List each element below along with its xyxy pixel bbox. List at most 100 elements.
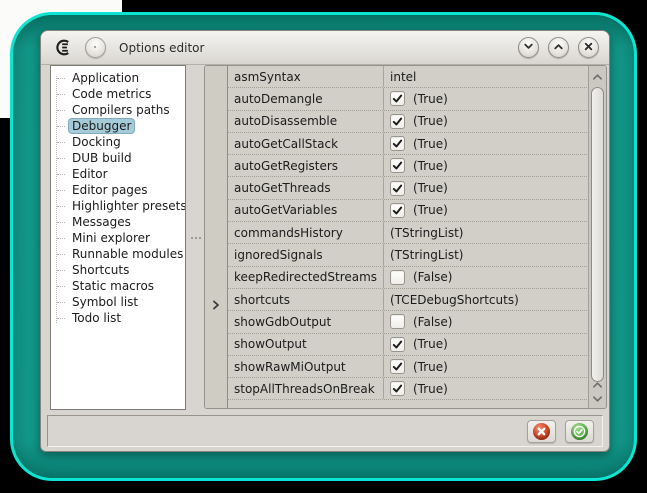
splitter[interactable] <box>187 65 204 410</box>
checkbox[interactable] <box>390 181 405 196</box>
checkbox[interactable] <box>390 381 405 396</box>
maximize-button[interactable] <box>548 37 569 58</box>
property-name: commandsHistory <box>228 222 384 243</box>
checkbox[interactable] <box>390 314 405 329</box>
property-value-cell: (False) <box>384 311 589 332</box>
property-name: showRawMiOutput <box>228 356 384 377</box>
tree-item-label: Debugger <box>69 119 134 133</box>
sidebar-item[interactable]: Code metrics <box>51 86 185 102</box>
checkbox[interactable] <box>390 203 405 218</box>
red-cross-icon <box>533 423 550 440</box>
property-value: (True) <box>413 137 448 151</box>
tree-item-label: DUB build <box>69 151 135 165</box>
sidebar-item[interactable]: Application <box>51 70 185 86</box>
chevron-up-icon <box>552 40 565 56</box>
property-name: ignoredSignals <box>228 244 384 265</box>
titlebar[interactable]: Options editor <box>41 31 609 65</box>
property-row[interactable]: autoGetVariables (True) <box>228 200 589 222</box>
property-value: (TCEDebugShortcuts) <box>390 293 519 307</box>
property-value-cell: (True) <box>384 155 589 176</box>
property-name: stopAllThreadsOnBreak <box>228 378 384 399</box>
property-value-cell: (True) <box>384 177 589 198</box>
tree-item-label: Shortcuts <box>69 263 132 277</box>
property-value-cell: (True) <box>384 334 589 355</box>
window-menu-button[interactable] <box>85 37 106 58</box>
property-row[interactable]: shortcuts (TCEDebugShortcuts) <box>228 289 589 311</box>
checkbox[interactable] <box>390 91 405 106</box>
property-row[interactable]: autoGetThreads (True) <box>228 177 589 199</box>
property-value-cell: (True) <box>384 133 589 154</box>
tree-item-label: Mini explorer <box>69 231 153 245</box>
close-icon <box>582 40 595 56</box>
checkbox[interactable] <box>390 158 405 173</box>
property-name: showGdbOutput <box>228 311 384 332</box>
scroll-down-button[interactable] <box>589 392 606 405</box>
scroll-up-button[interactable] <box>589 70 606 83</box>
sidebar-item[interactable]: Static macros <box>51 278 185 294</box>
property-name: autoGetVariables <box>228 200 384 221</box>
sidebar-item[interactable]: Docking <box>51 134 185 150</box>
checkbox[interactable] <box>390 136 405 151</box>
sidebar-item[interactable]: DUB build <box>51 150 185 166</box>
property-row[interactable]: ignoredSignals (TStringList) <box>228 244 589 266</box>
tree-item-label: Runnable modules <box>69 247 186 261</box>
sidebar-item[interactable]: Editor pages <box>51 182 185 198</box>
property-name: autoGetRegisters <box>228 155 384 176</box>
tree-item-list: Application Code metrics Compilers paths… <box>51 70 185 326</box>
property-value: (True) <box>413 114 448 128</box>
checkbox[interactable] <box>390 270 405 285</box>
property-row[interactable]: commandsHistory (TStringList) <box>228 222 589 244</box>
sidebar-item[interactable]: Runnable modules <box>51 246 185 262</box>
sidebar-item[interactable]: Compilers paths <box>51 102 185 118</box>
checkbox[interactable] <box>390 114 405 129</box>
sidebar-item[interactable]: Messages <box>51 214 185 230</box>
property-value-cell: (True) <box>384 200 589 221</box>
scrollbar-thumb[interactable] <box>591 87 604 382</box>
property-row[interactable]: showRawMiOutput (True) <box>228 356 589 378</box>
scroll-up-button-bottom[interactable] <box>589 378 606 391</box>
sidebar-item[interactable]: Debugger <box>51 118 185 134</box>
sidebar-item[interactable]: Mini explorer <box>51 230 185 246</box>
tree-item-label: Compilers paths <box>69 103 173 117</box>
property-row[interactable]: autoGetRegisters (True) <box>228 155 589 177</box>
property-row[interactable]: autoDemangle (True) <box>228 88 589 110</box>
property-row[interactable]: showGdbOutput (False) <box>228 311 589 333</box>
property-row[interactable]: autoDisassemble (True) <box>228 111 589 133</box>
checkbox[interactable] <box>390 337 405 352</box>
sidebar-item[interactable]: Symbol list <box>51 294 185 310</box>
accept-button[interactable] <box>565 420 594 443</box>
property-name: keepRedirectedStreams <box>228 267 384 288</box>
tree-item-label: Static macros <box>69 279 157 293</box>
tree-item-label: Docking <box>69 135 124 149</box>
property-name: shortcuts <box>228 289 384 310</box>
property-row[interactable]: stopAllThreadsOnBreak (True) <box>228 378 589 400</box>
vertical-scrollbar[interactable] <box>588 66 606 408</box>
coedit-logo-icon <box>53 38 73 58</box>
checkbox[interactable] <box>390 359 405 374</box>
expander-icon[interactable] <box>211 295 221 305</box>
property-value-cell: (TStringList) <box>384 222 589 243</box>
green-check-icon <box>571 423 588 440</box>
sidebar-item[interactable]: Shortcuts <box>51 262 185 278</box>
cancel-button[interactable] <box>527 420 556 443</box>
property-name: asmSyntax <box>228 66 384 87</box>
tree-item-label: Messages <box>69 215 134 229</box>
category-tree: Application Code metrics Compilers paths… <box>50 65 186 410</box>
property-value: intel <box>390 70 416 84</box>
property-value: (False) <box>413 270 453 284</box>
property-row[interactable]: autoGetCallStack (True) <box>228 133 589 155</box>
sidebar-item[interactable]: Todo list <box>51 310 185 326</box>
tree-item-label: Application <box>69 71 142 85</box>
sidebar-item[interactable]: Highlighter presets <box>51 198 185 214</box>
footer-panel <box>47 415 603 447</box>
property-value: (True) <box>413 159 448 173</box>
property-value: (True) <box>413 360 448 374</box>
property-value-cell: (TStringList) <box>384 244 589 265</box>
property-name: autoDisassemble <box>228 111 384 132</box>
property-row[interactable]: asmSyntax intel <box>228 66 589 88</box>
property-row[interactable]: showOutput (True) <box>228 334 589 356</box>
close-button[interactable] <box>578 37 599 58</box>
property-row[interactable]: keepRedirectedStreams (False) <box>228 267 589 289</box>
minimize-button[interactable] <box>518 37 539 58</box>
sidebar-item[interactable]: Editor <box>51 166 185 182</box>
